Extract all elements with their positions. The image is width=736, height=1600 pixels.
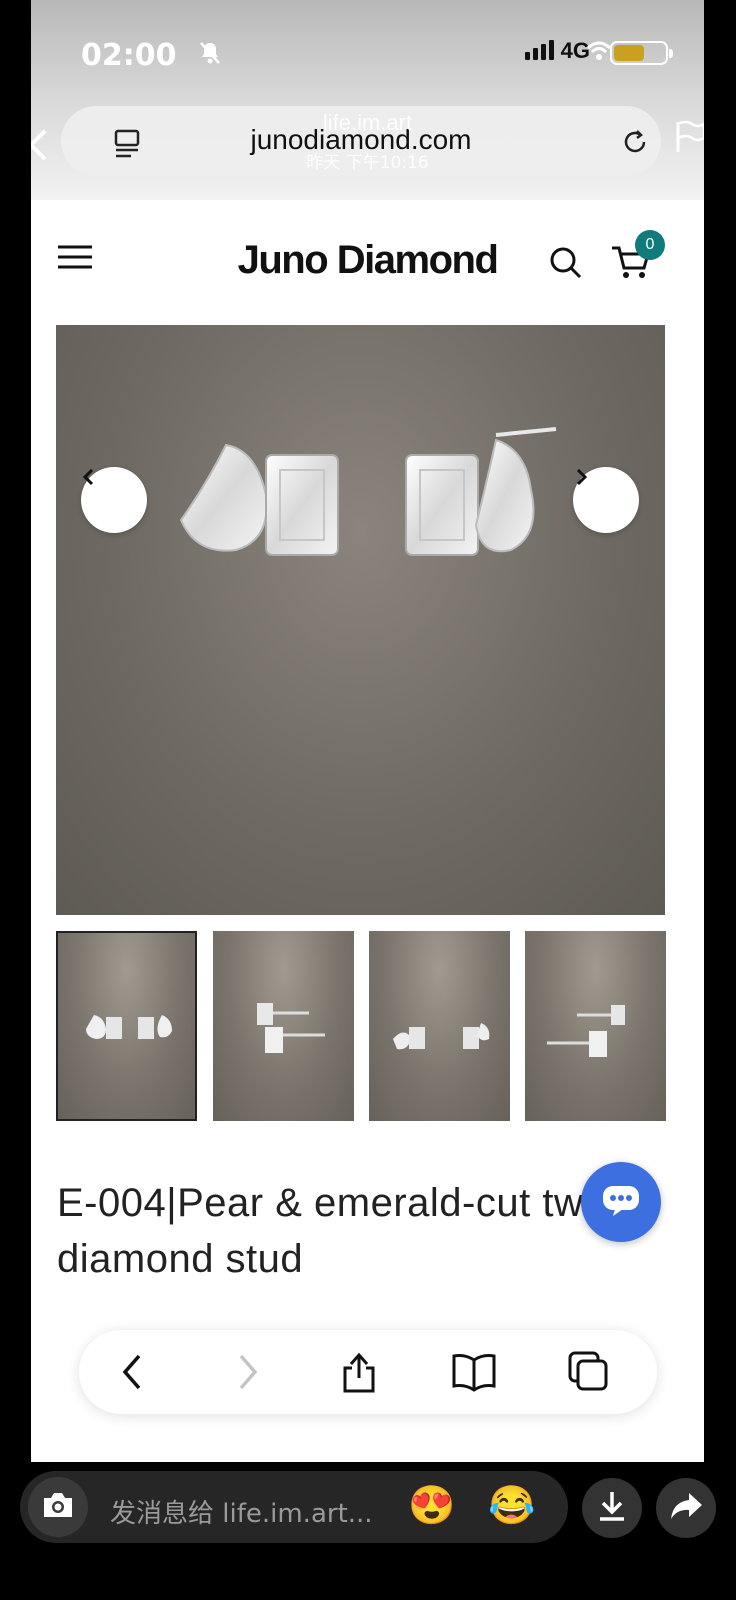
thumbnail-photo xyxy=(393,1023,490,1050)
bookmarks-icon[interactable] xyxy=(451,1350,497,1399)
wifi-icon xyxy=(586,40,612,67)
product-title-line-2: diamond stud xyxy=(57,1237,304,1281)
browser-forward-icon[interactable] xyxy=(235,1350,261,1399)
camera-button[interactable] xyxy=(28,1477,88,1537)
previous-image-button[interactable] xyxy=(81,467,147,533)
chat-bubble-icon xyxy=(601,1182,641,1223)
thumbnail-photo xyxy=(547,1005,625,1057)
status-bar: 02:00 4G xyxy=(31,0,704,100)
browser-url-row: junodiamond.com life.im.art 昨天 下午10:16 xyxy=(31,100,704,200)
status-time: 02:00 xyxy=(81,38,177,73)
thumbnail-strip xyxy=(56,931,666,1121)
next-image-button[interactable] xyxy=(573,467,639,533)
thumbnail-photo xyxy=(86,1015,172,1039)
thumbnail-2[interactable] xyxy=(213,931,354,1121)
thumbnail-3[interactable] xyxy=(369,931,510,1121)
story-timestamp: 昨天 下午10:16 xyxy=(306,153,429,173)
download-button[interactable] xyxy=(582,1478,642,1538)
chat-button[interactable] xyxy=(581,1162,661,1242)
thumbnail-4[interactable] xyxy=(525,931,666,1121)
share-icon[interactable] xyxy=(339,1350,379,1399)
laughing-emoji-button[interactable]: 😂 xyxy=(488,1483,535,1529)
download-icon xyxy=(596,1489,628,1528)
story-account-name: life.im.art xyxy=(322,110,413,135)
tabs-overview-icon[interactable] xyxy=(567,1350,611,1399)
camera-icon xyxy=(41,1490,75,1525)
browser-toolbar xyxy=(79,1330,657,1414)
thumbnail-1[interactable] xyxy=(56,931,197,1121)
reply-input[interactable]: 发消息给 life.im.art... 😍 😂 xyxy=(20,1471,568,1543)
forward-button[interactable] xyxy=(656,1478,716,1538)
reply-placeholder: 发消息给 life.im.art... xyxy=(110,1499,373,1529)
bell-off-icon xyxy=(197,40,223,71)
cart-count-badge: 0 xyxy=(635,230,665,260)
site-logo[interactable]: Juno Diamond xyxy=(31,238,704,283)
story-card: 02:00 4G junodiamond.com life.im.art 昨天 … xyxy=(31,0,704,1462)
forward-arrow-icon xyxy=(669,1491,703,1526)
battery-icon xyxy=(610,41,673,65)
heart-eyes-emoji-button[interactable]: 😍 xyxy=(408,1483,455,1529)
search-icon[interactable] xyxy=(549,246,583,285)
product-main-image[interactable] xyxy=(56,325,665,915)
site-header: Juno Diamond 0 xyxy=(31,200,704,318)
thumbnail-photo xyxy=(257,1003,325,1053)
cell-signal-icon xyxy=(525,40,554,60)
story-reply-bar: 发消息给 life.im.art... 😍 😂 xyxy=(0,1462,736,1600)
browser-back-icon[interactable] xyxy=(119,1350,145,1399)
earrings-photo xyxy=(179,427,557,556)
